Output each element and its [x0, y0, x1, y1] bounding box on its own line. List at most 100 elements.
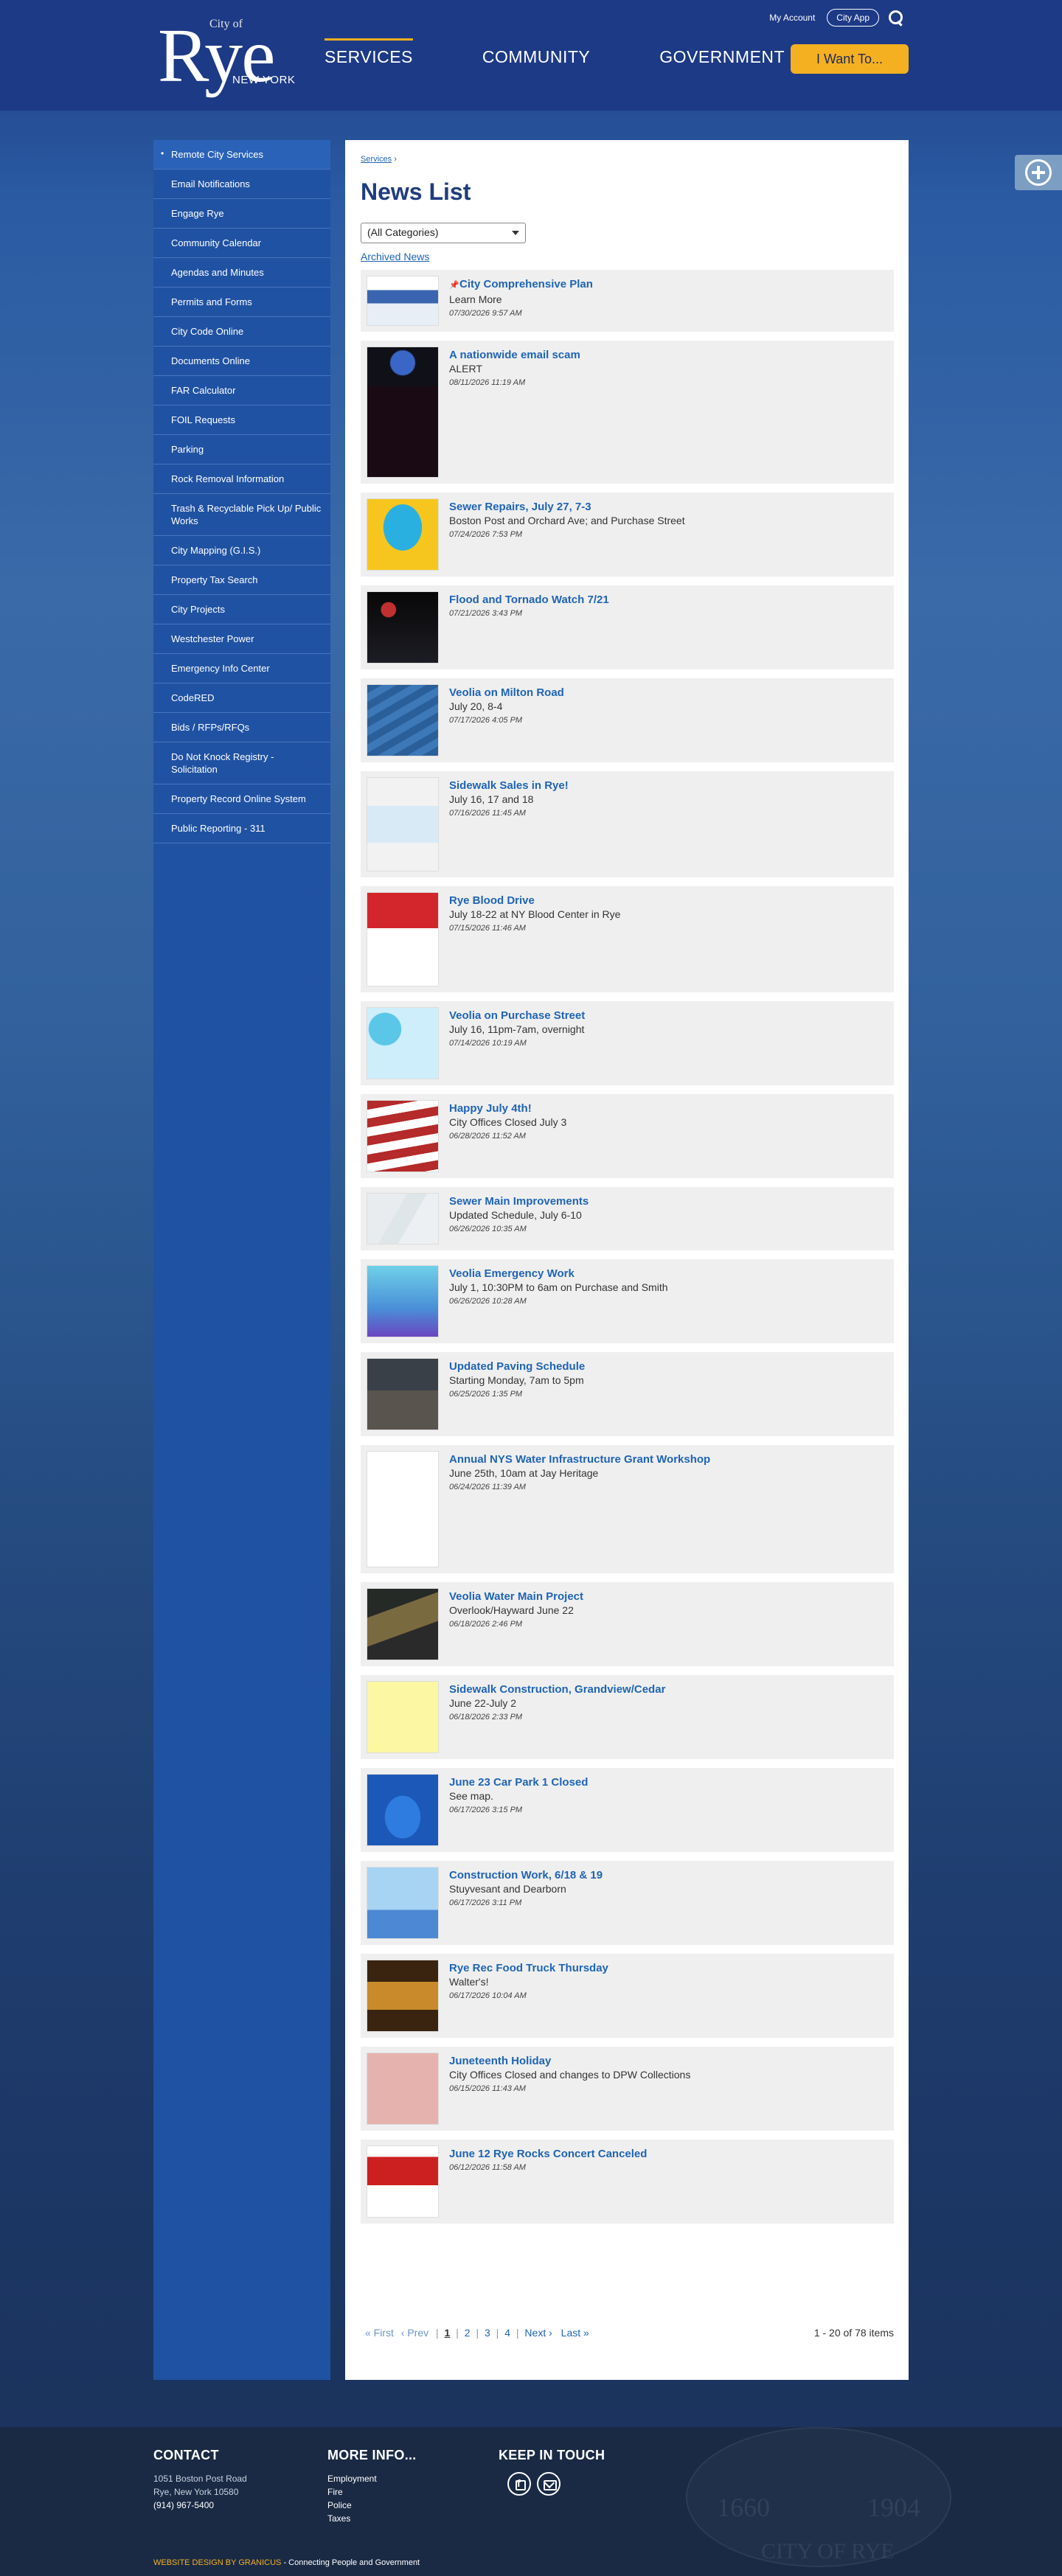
sidebar-item[interactable]: Trash & Recyclable Pick Up/ Public Works — [153, 494, 330, 536]
news-thumbnail[interactable] — [367, 347, 439, 478]
breadcrumb-services[interactable]: Services — [361, 155, 392, 164]
city-logo[interactable]: City of Rye NEW YORK — [156, 13, 296, 94]
news-thumbnail[interactable] — [367, 1451, 439, 1567]
news-thumbnail[interactable] — [367, 684, 439, 756]
news-thumbnail[interactable] — [367, 1960, 439, 2032]
pager-next[interactable]: Next › — [524, 2327, 552, 2339]
news-thumbnail[interactable] — [367, 1867, 439, 1939]
email-icon[interactable] — [537, 2472, 560, 2496]
news-thumbnail[interactable] — [367, 276, 439, 326]
news-thumbnail[interactable] — [367, 2145, 439, 2218]
news-title-text: Sewer Main Improvements — [449, 1195, 589, 1208]
news-title-link[interactable]: Sidewalk Construction, Grandview/Cedar — [449, 1682, 665, 1696]
i-want-to-button[interactable]: I Want To... — [791, 44, 909, 74]
pager-page-2[interactable]: 2 — [465, 2327, 471, 2339]
sidebar-item[interactable]: FOIL Requests — [153, 405, 330, 435]
expand-tab[interactable] — [1015, 155, 1062, 190]
news-title-link[interactable]: Sewer Main Improvements — [449, 1194, 589, 1208]
sidebar-item[interactable]: FAR Calculator — [153, 376, 330, 405]
news-thumbnail[interactable] — [367, 892, 439, 986]
news-title-link[interactable]: Sidewalk Sales in Rye! — [449, 779, 569, 793]
sidebar-item[interactable]: Parking — [153, 435, 330, 464]
news-title-link[interactable]: A nationwide email scam — [449, 348, 580, 362]
sidebar-item[interactable]: City Mapping (G.I.S.) — [153, 536, 330, 565]
nav-government[interactable]: GOVERNMENT — [659, 38, 785, 67]
sidebar-item[interactable]: Public Reporting - 311 — [153, 814, 330, 843]
news-title-link[interactable]: Rye Blood Drive — [449, 894, 620, 908]
sidebar-item[interactable]: Rock Removal Information — [153, 464, 330, 494]
pager-page-1[interactable]: 1 — [445, 2327, 451, 2339]
sidebar-item[interactable]: Agendas and Minutes — [153, 258, 330, 288]
news-title-link[interactable]: Veolia on Milton Road — [449, 686, 564, 700]
news-thumbnail[interactable] — [367, 1265, 439, 1337]
sidebar-item[interactable]: Email Notifications — [153, 170, 330, 199]
sidebar-item[interactable]: Property Record Online System — [153, 784, 330, 814]
news-thumbnail[interactable] — [367, 1588, 439, 1660]
category-select[interactable]: (All Categories) — [361, 223, 526, 243]
footer-link-employment[interactable]: Employment — [327, 2472, 417, 2485]
sidebar-item[interactable]: Westchester Power — [153, 624, 330, 654]
news-title-link[interactable]: Veolia Water Main Project — [449, 1590, 583, 1604]
granicus-link[interactable]: WEBSITE DESIGN BY GRANICUS — [153, 2558, 281, 2567]
sidebar-item[interactable]: CodeRED — [153, 683, 330, 713]
sidebar-item[interactable]: Property Tax Search — [153, 565, 330, 595]
sidebar-item[interactable]: Do Not Knock Registry - Solicitation — [153, 742, 330, 784]
news-title-link[interactable]: Veolia Emergency Work — [449, 1267, 668, 1281]
news-title-link[interactable]: Veolia on Purchase Street — [449, 1009, 585, 1023]
pager-first[interactable]: « First — [365, 2327, 394, 2339]
my-account-link[interactable]: My Account — [769, 13, 815, 23]
news-description: July 18-22 at NY Blood Center in Rye — [449, 908, 621, 920]
news-title-link[interactable]: Updated Paving Schedule — [449, 1360, 585, 1374]
sidebar-item[interactable]: Community Calendar — [153, 229, 330, 258]
sidebar-item[interactable]: Emergency Info Center — [153, 654, 330, 683]
news-title-text: Rye Blood Drive — [449, 894, 535, 907]
news-thumbnail[interactable] — [367, 1358, 439, 1430]
pager-last[interactable]: Last » — [561, 2327, 589, 2339]
news-title-link[interactable]: Annual NYS Water Infrastructure Grant Wo… — [449, 1452, 710, 1466]
news-item-body: Sidewalk Sales in Rye! July 16, 17 and 18… — [449, 777, 569, 871]
news-thumbnail[interactable] — [367, 591, 439, 664]
news-title-link[interactable]: June 12 Rye Rocks Concert Canceled — [449, 2147, 647, 2161]
category-select-value: (All Categories) — [367, 226, 439, 238]
sidebar-item[interactable]: Documents Online — [153, 347, 330, 376]
news-title-link[interactable]: Rye Rec Food Truck Thursday — [449, 1961, 608, 1975]
nav-community[interactable]: COMMUNITY — [482, 38, 590, 67]
news-thumbnail[interactable] — [367, 1007, 439, 1079]
news-thumbnail[interactable] — [367, 2053, 439, 2125]
footer-phone[interactable]: (914) 967-5400 — [153, 2499, 247, 2512]
sidebar-item[interactable]: Bids / RFPs/RFQs — [153, 713, 330, 742]
sidebar-item[interactable]: City Projects — [153, 595, 330, 624]
thumbnail-image — [367, 893, 438, 986]
pager-prev[interactable]: ‹ Prev — [401, 2327, 428, 2339]
news-title-link[interactable]: Flood and Tornado Watch 7/21 — [449, 593, 609, 607]
sidebar-item[interactable]: Permits and Forms — [153, 288, 330, 317]
nav-services[interactable]: SERVICES — [324, 38, 413, 67]
city-app-button[interactable]: City App — [827, 9, 879, 27]
facebook-icon[interactable] — [507, 2472, 531, 2496]
sidebar-item[interactable]: City Code Online — [153, 317, 330, 347]
footer-link-fire[interactable]: Fire — [327, 2485, 417, 2499]
news-thumbnail[interactable] — [367, 1193, 439, 1245]
footer-link-police[interactable]: Police — [327, 2499, 417, 2512]
sidebar-item[interactable]: Engage Rye — [153, 199, 330, 229]
footer-link-taxes[interactable]: Taxes — [327, 2512, 417, 2525]
news-title-link[interactable]: Juneteenth Holiday — [449, 2054, 690, 2068]
news-title-text: Sidewalk Sales in Rye! — [449, 779, 569, 792]
news-title-link[interactable]: Sewer Repairs, July 27, 7-3 — [449, 500, 685, 514]
news-thumbnail[interactable] — [367, 1100, 439, 1172]
news-thumbnail[interactable] — [367, 777, 439, 871]
news-thumbnail[interactable] — [367, 1681, 439, 1753]
footer-credit: WEBSITE DESIGN BY GRANICUS - Connecting … — [153, 2558, 420, 2567]
pager-page-4[interactable]: 4 — [504, 2327, 510, 2339]
news-date: 07/21/2026 3:43 PM — [449, 609, 523, 618]
news-title-link[interactable]: 📌City Comprehensive Plan — [449, 277, 593, 293]
sidebar-item[interactable]: Remote City Services — [153, 140, 330, 170]
news-title-link[interactable]: Happy July 4th! — [449, 1101, 566, 1115]
news-thumbnail[interactable] — [367, 498, 439, 571]
news-title-link[interactable]: Construction Work, 6/18 & 19 — [449, 1868, 603, 1882]
news-title-link[interactable]: June 23 Car Park 1 Closed — [449, 1775, 588, 1789]
pager-page-3[interactable]: 3 — [485, 2327, 490, 2339]
search-icon[interactable] — [888, 10, 904, 26]
news-thumbnail[interactable] — [367, 1774, 439, 1846]
archived-news-link[interactable]: Archived News — [361, 251, 894, 264]
